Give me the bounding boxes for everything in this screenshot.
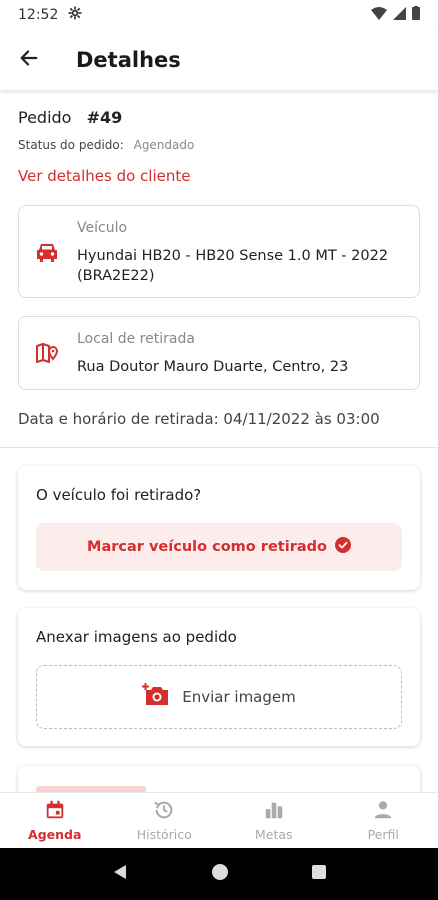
withdrawn-question: O veículo foi retirado? [36, 486, 202, 504]
wifi-icon [371, 6, 387, 24]
status-bar: 12:52 [0, 0, 438, 30]
vehicle-card: Veículo Hyundai HB20 - HB20 Sense 1.0 MT… [18, 205, 420, 298]
page-title: Detalhes [76, 48, 181, 72]
pickup-datetime: Data e horário de retirada: 04/11/2022 à… [18, 410, 380, 428]
mark-withdrawn-button[interactable]: Marcar veículo como retirado [36, 523, 402, 571]
bottom-navigation: Agenda Histórico Metas Perfil [0, 792, 438, 848]
nav-item-historico[interactable]: Histórico [110, 793, 220, 848]
check-circle-icon [334, 537, 351, 557]
calendar-icon [44, 799, 66, 824]
pickup-value: Rua Doutor Mauro Duarte, Centro, 23 [77, 359, 349, 375]
nav-label: Perfil [367, 827, 399, 842]
system-navigation-bar [0, 848, 438, 900]
back-button[interactable] [0, 30, 58, 90]
withdrawn-section: O veículo foi retirado? Marcar veículo c… [18, 466, 420, 590]
order-heading: Pedido #49 [18, 108, 122, 127]
status-time: 12:52 [18, 7, 59, 23]
attach-images-section: Anexar imagens ao pedido Enviar imagem [18, 608, 420, 746]
arrow-back-icon [18, 47, 40, 73]
car-icon [35, 241, 59, 267]
battery-icon [412, 6, 420, 24]
nav-label: Metas [254, 827, 293, 842]
app-bar: Detalhes [0, 30, 438, 90]
order-status: Status do pedido: Agendado [18, 138, 194, 152]
nav-item-metas[interactable]: Metas [219, 793, 329, 848]
order-status-value: Agendado [133, 138, 195, 152]
mark-withdrawn-label: Marcar veículo como retirado [87, 539, 327, 555]
system-recents-button[interactable] [311, 864, 327, 884]
content-area[interactable]: Pedido #49 Status do pedido: Agendado Ve… [0, 90, 438, 792]
divider [0, 447, 438, 448]
order-status-label: Status do pedido: [18, 138, 124, 152]
system-home-button[interactable] [211, 863, 229, 885]
add-photo-icon [142, 683, 170, 711]
pickup-location-card: Local de retirada Rua Doutor Mauro Duart… [18, 316, 420, 390]
pickup-label: Local de retirada [77, 331, 195, 347]
settings-icon [68, 6, 82, 24]
map-pin-icon [35, 341, 59, 369]
vehicle-value: Hyundai HB20 - HB20 Sense 1.0 MT - 2022 … [77, 248, 389, 284]
client-details-link[interactable]: Ver detalhes do cliente [18, 167, 190, 185]
order-number: #49 [86, 108, 123, 127]
bar-chart-icon [263, 799, 285, 824]
upload-image-button[interactable]: Enviar imagem [36, 665, 402, 729]
signal-icon [393, 6, 406, 24]
next-section-peek [18, 766, 420, 792]
nav-item-perfil[interactable]: Perfil [329, 793, 438, 848]
nav-item-agenda[interactable]: Agenda [0, 793, 110, 848]
attach-images-title: Anexar imagens ao pedido [36, 628, 237, 646]
upload-image-label: Enviar imagem [182, 688, 296, 706]
nav-label: Histórico [136, 827, 192, 842]
history-icon [153, 799, 175, 824]
system-back-button[interactable] [111, 863, 129, 885]
order-label: Pedido [18, 108, 72, 127]
nav-label: Agenda [28, 827, 82, 842]
person-icon [372, 799, 394, 824]
vehicle-label: Veículo [77, 220, 128, 236]
